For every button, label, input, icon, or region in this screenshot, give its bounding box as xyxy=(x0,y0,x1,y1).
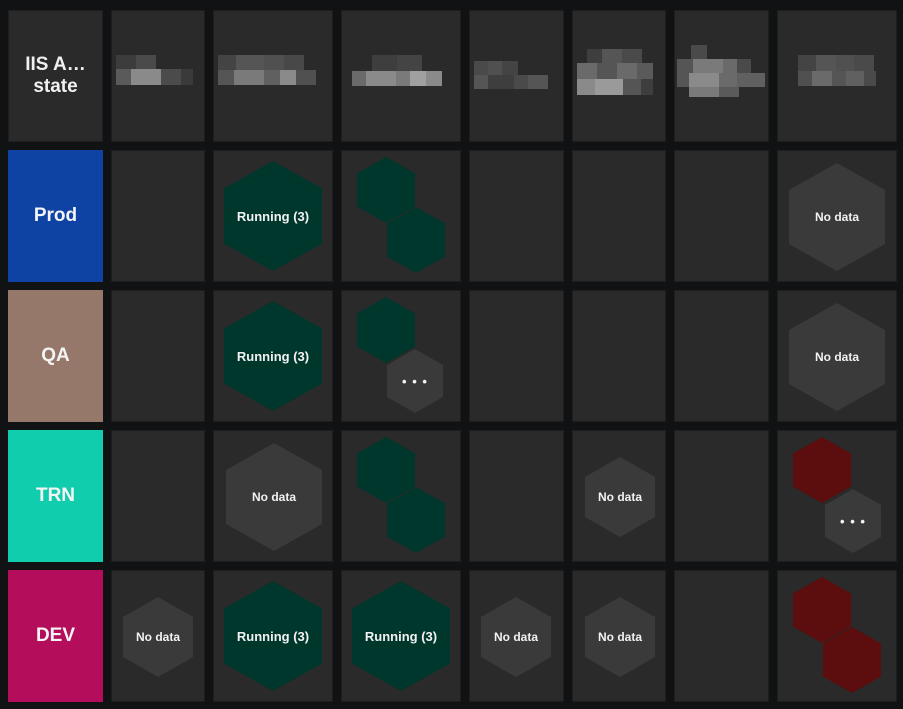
column-header-2[interactable] xyxy=(213,10,333,142)
trn-col-1 xyxy=(111,430,205,562)
qa-col-7: No data xyxy=(777,290,897,422)
env-label-text: DEV xyxy=(35,625,76,646)
status-hex-nodata[interactable]: No data xyxy=(123,597,193,677)
trn-col-7: • • • xyxy=(777,430,897,562)
more-items-icon: • • • xyxy=(840,513,866,529)
redacted-header-label xyxy=(577,49,657,95)
prod-col-5 xyxy=(572,150,666,282)
dev-col-4: No data xyxy=(469,570,564,702)
redacted-header-label xyxy=(474,61,552,91)
status-hex-nodata[interactable]: No data xyxy=(585,457,655,537)
redacted-header-label xyxy=(352,55,444,89)
prod-col-3 xyxy=(341,150,461,282)
qa-col-1 xyxy=(111,290,205,422)
qa-col-3: • • • xyxy=(341,290,461,422)
env-label-dev: DEV xyxy=(8,570,103,702)
dev-col-1: No data xyxy=(111,570,205,702)
status-text: No data xyxy=(597,490,642,504)
status-text: No data xyxy=(493,630,538,644)
qa-col-6 xyxy=(674,290,769,422)
status-hex-nodata[interactable]: No data xyxy=(585,597,655,677)
status-grid: IIS A… state Prod Running (3) No data QA… xyxy=(0,0,903,709)
trn-col-2: No data xyxy=(213,430,333,562)
trn-col-6 xyxy=(674,430,769,562)
status-text: Running (3) xyxy=(236,628,310,644)
status-hex-nodata[interactable]: No data xyxy=(789,303,885,411)
column-header-6[interactable] xyxy=(674,10,769,142)
prod-col-4 xyxy=(469,150,564,282)
column-header-5[interactable] xyxy=(572,10,666,142)
status-hex-running[interactable]: Running (3) xyxy=(224,161,322,271)
status-text: Running (3) xyxy=(364,628,438,644)
redacted-header-label xyxy=(116,55,196,89)
qa-col-2: Running (3) xyxy=(213,290,333,422)
more-items-hex[interactable]: • • • xyxy=(387,349,443,413)
env-label-text: Prod xyxy=(33,205,78,226)
prod-col-1 xyxy=(111,150,205,282)
more-items-hex[interactable]: • • • xyxy=(825,489,881,553)
status-hex-error[interactable] xyxy=(793,437,851,503)
status-hex-running[interactable] xyxy=(357,297,415,363)
qa-col-5 xyxy=(572,290,666,422)
column-header-3[interactable] xyxy=(341,10,461,142)
corner-header: IIS A… state xyxy=(8,10,103,142)
status-text: No data xyxy=(597,630,642,644)
env-label-trn: TRN xyxy=(8,430,103,562)
status-hex-running[interactable]: Running (3) xyxy=(224,581,322,691)
column-header-4[interactable] xyxy=(469,10,564,142)
more-items-icon: • • • xyxy=(402,373,428,389)
env-label-text: TRN xyxy=(35,485,76,506)
status-text: No data xyxy=(814,210,859,224)
env-label-qa: QA xyxy=(8,290,103,422)
column-header-1[interactable] xyxy=(111,10,205,142)
qa-col-4 xyxy=(469,290,564,422)
status-hex-running[interactable]: Running (3) xyxy=(352,581,450,691)
status-text: Running (3) xyxy=(236,208,310,224)
redacted-header-label xyxy=(798,55,878,89)
prod-col-6 xyxy=(674,150,769,282)
corner-title-line2: state xyxy=(33,76,78,97)
column-header-7[interactable] xyxy=(777,10,897,142)
redacted-header-label xyxy=(218,55,320,89)
status-hex-running[interactable]: Running (3) xyxy=(224,301,322,411)
dev-col-7 xyxy=(777,570,897,702)
status-hex-nodata[interactable]: No data xyxy=(481,597,551,677)
dev-col-5: No data xyxy=(572,570,666,702)
redacted-header-label xyxy=(677,45,768,97)
status-hex-nodata[interactable]: No data xyxy=(226,443,322,551)
status-text: Running (3) xyxy=(236,348,310,364)
trn-col-3 xyxy=(341,430,461,562)
dev-col-2: Running (3) xyxy=(213,570,333,702)
prod-col-7: No data xyxy=(777,150,897,282)
env-label-text: QA xyxy=(41,345,70,366)
status-text: No data xyxy=(251,490,296,504)
status-hex-nodata[interactable]: No data xyxy=(789,163,885,271)
dev-col-3: Running (3) xyxy=(341,570,461,702)
status-text: No data xyxy=(135,630,180,644)
env-label-prod: Prod xyxy=(8,150,103,282)
corner-title-line1: IIS A… xyxy=(25,54,86,75)
prod-col-2: Running (3) xyxy=(213,150,333,282)
trn-col-4 xyxy=(469,430,564,562)
dev-col-6 xyxy=(674,570,769,702)
status-text: No data xyxy=(814,350,859,364)
trn-col-5: No data xyxy=(572,430,666,562)
